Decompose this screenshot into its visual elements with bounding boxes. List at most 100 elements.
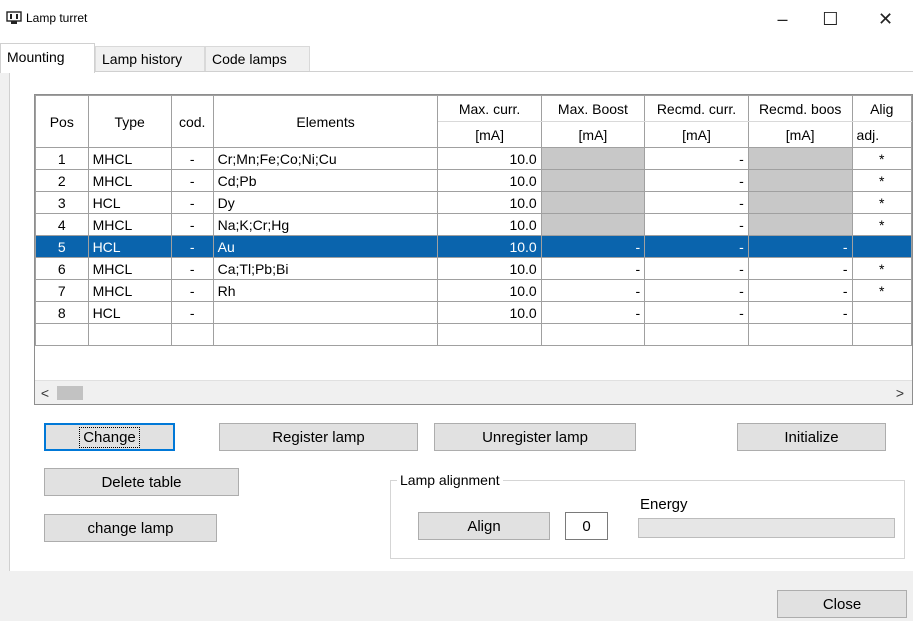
cell-recmd-boost: [747, 191, 853, 214]
col-header-pos[interactable]: Pos: [35, 95, 89, 148]
cell-adj: [851, 301, 912, 324]
cell-max-boost: [540, 191, 646, 214]
cell-cod: -: [170, 279, 214, 302]
table-row-empty[interactable]: [35, 323, 912, 346]
cell-empty: [35, 323, 89, 346]
tab-code-lamps[interactable]: Code lamps: [205, 46, 310, 72]
col-unit-max-boost: [mA]: [540, 121, 646, 148]
table-row-selected[interactable]: 5 HCL - Au 10.0 - - -: [35, 235, 912, 258]
cell-max-curr: 10.0: [437, 235, 542, 258]
cell-empty: [747, 323, 853, 346]
col-header-align[interactable]: Alig: [851, 95, 912, 122]
cell-type: HCL: [87, 301, 172, 324]
cell-recmd-boost: [747, 213, 853, 236]
cell-max-curr: 10.0: [437, 213, 542, 236]
cell-empty: [644, 323, 749, 346]
cell-recmd-curr: -: [644, 235, 749, 258]
cell-adj: *: [851, 147, 912, 170]
minimize-button[interactable]: –: [760, 0, 805, 38]
cell-max-curr: 10.0: [437, 191, 542, 214]
col-header-max-boost[interactable]: Max. Boost: [540, 95, 646, 122]
cell-max-boost: [540, 213, 646, 236]
change-button[interactable]: Change: [44, 423, 175, 451]
cell-elements: Na;K;Cr;Hg: [212, 213, 439, 236]
cell-adj: *: [851, 169, 912, 192]
cell-max-curr: 10.0: [437, 301, 542, 324]
cell-cod: -: [170, 301, 214, 324]
cell-type: HCL: [87, 235, 172, 258]
energy-label: Energy: [640, 496, 688, 513]
cell-max-curr: 10.0: [437, 147, 542, 170]
close-button[interactable]: Close: [777, 590, 907, 618]
cell-type: HCL: [87, 191, 172, 214]
cell-recmd-curr: -: [644, 301, 749, 324]
table-row[interactable]: 3 HCL - Dy 10.0 - *: [35, 191, 912, 214]
cell-max-boost: -: [540, 257, 646, 280]
close-window-button[interactable]: ✕: [863, 0, 908, 38]
initialize-button[interactable]: Initialize: [737, 423, 886, 451]
lamp-turret-icon: [6, 11, 22, 24]
cell-pos: 1: [35, 147, 89, 170]
cell-recmd-curr: -: [644, 147, 749, 170]
tab-strip: Mounting Lamp history Code lamps: [0, 38, 913, 73]
cell-pos: 5: [35, 235, 89, 258]
cell-recmd-boost: [747, 147, 853, 170]
lamp-grid[interactable]: Pos Type cod. Elements Max. curr. Max. B…: [34, 94, 913, 405]
table-row[interactable]: 6 MHCL - Ca;Tl;Pb;Bi 10.0 - - - *: [35, 257, 912, 280]
cell-recmd-boost: -: [747, 257, 853, 280]
scrollbar-thumb[interactable]: [57, 386, 83, 400]
register-lamp-button[interactable]: Register lamp: [219, 423, 418, 451]
cell-empty: [87, 323, 172, 346]
scroll-left-icon[interactable]: <: [36, 383, 54, 403]
cell-adj: *: [851, 213, 912, 236]
cell-type: MHCL: [87, 213, 172, 236]
change-lamp-button[interactable]: change lamp: [44, 514, 217, 542]
cell-max-boost: [540, 169, 646, 192]
cell-cod: -: [170, 213, 214, 236]
cell-empty: [437, 323, 542, 346]
table-row[interactable]: 2 MHCL - Cd;Pb 10.0 - *: [35, 169, 912, 192]
cell-empty: [851, 323, 912, 346]
cell-max-boost: -: [540, 235, 646, 258]
maximize-button[interactable]: ☐: [808, 0, 853, 38]
cell-type: MHCL: [87, 257, 172, 280]
cell-elements: Au: [212, 235, 439, 258]
cell-type: MHCL: [87, 279, 172, 302]
delete-table-button[interactable]: Delete table: [44, 468, 239, 496]
col-header-elements[interactable]: Elements: [212, 95, 439, 148]
scroll-right-icon[interactable]: >: [891, 383, 909, 403]
tab-mounting[interactable]: Mounting: [0, 43, 95, 73]
lamp-table: Pos Type cod. Elements Max. curr. Max. B…: [35, 95, 912, 346]
cell-recmd-boost: -: [747, 235, 853, 258]
horizontal-scrollbar[interactable]: < >: [35, 380, 912, 404]
cell-elements: [212, 301, 439, 324]
col-header-recmd-curr[interactable]: Recmd. curr.: [644, 95, 749, 122]
unregister-lamp-button[interactable]: Unregister lamp: [434, 423, 636, 451]
cell-recmd-boost: -: [747, 301, 853, 324]
table-row[interactable]: 8 HCL - 10.0 - - -: [35, 301, 912, 324]
cell-pos: 3: [35, 191, 89, 214]
change-button-label: Change: [79, 426, 140, 448]
col-header-type[interactable]: Type: [87, 95, 172, 148]
lamp-alignment-label: Lamp alignment: [397, 472, 503, 488]
col-header-recmd-boost[interactable]: Recmd. boos: [747, 95, 853, 122]
cell-elements: Cd;Pb: [212, 169, 439, 192]
table-row[interactable]: 4 MHCL - Na;K;Cr;Hg 10.0 - *: [35, 213, 912, 236]
cell-recmd-curr: -: [644, 257, 749, 280]
cell-max-curr: 10.0: [437, 257, 542, 280]
table-row[interactable]: 1 MHCL - Cr;Mn;Fe;Co;Ni;Cu 10.0 - *: [35, 147, 912, 170]
table-row[interactable]: 7 MHCL - Rh 10.0 - - - *: [35, 279, 912, 302]
cell-adj: [851, 235, 912, 258]
col-header-max-curr[interactable]: Max. curr.: [437, 95, 542, 122]
cell-adj: *: [851, 191, 912, 214]
cell-elements: Dy: [212, 191, 439, 214]
col-unit-recmd-boost: [mA]: [747, 121, 853, 148]
cell-adj: *: [851, 257, 912, 280]
cell-cod: -: [170, 169, 214, 192]
cell-empty: [212, 323, 439, 346]
cell-recmd-curr: -: [644, 279, 749, 302]
tab-lamp-history[interactable]: Lamp history: [95, 46, 205, 72]
align-button[interactable]: Align: [418, 512, 550, 540]
col-header-cod[interactable]: cod.: [170, 95, 214, 148]
cell-cod: -: [170, 147, 214, 170]
